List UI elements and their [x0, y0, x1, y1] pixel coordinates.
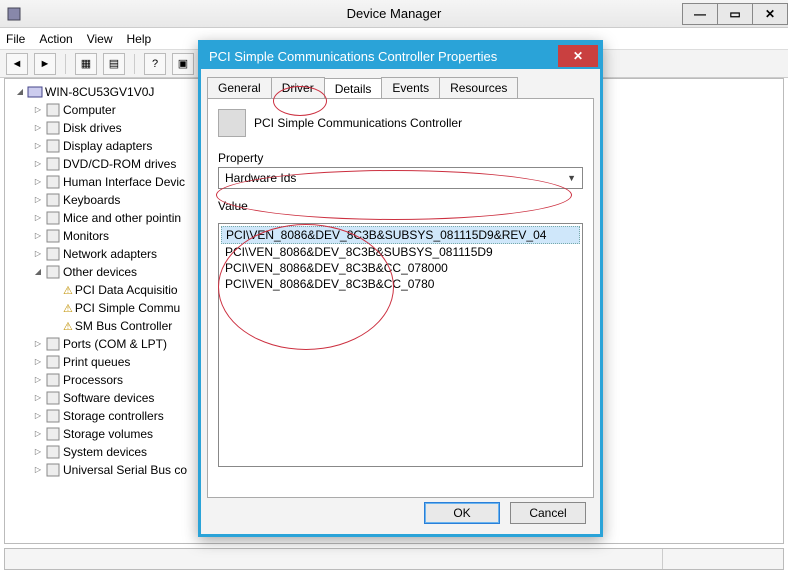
value-listbox[interactable]: PCI\VEN_8086&DEV_8C3B&SUBSYS_081115D9&RE… — [218, 223, 583, 467]
tab-resources[interactable]: Resources — [439, 77, 518, 98]
property-combo[interactable]: Hardware Ids ▼ — [218, 167, 583, 189]
dialog-title: PCI Simple Communications Controller Pro… — [201, 43, 600, 69]
chevron-down-icon: ▼ — [567, 173, 576, 183]
property-combo-value: Hardware Ids — [225, 171, 296, 185]
device-name: PCI Simple Communications Controller — [254, 116, 462, 130]
scan-button[interactable]: ▣ — [172, 53, 194, 75]
close-button[interactable]: ✕ — [752, 3, 788, 25]
cancel-button[interactable]: Cancel — [510, 502, 586, 524]
value-item[interactable]: PCI\VEN_8086&DEV_8C3B&CC_0780 — [221, 276, 580, 292]
value-item[interactable]: PCI\VEN_8086&DEV_8C3B&CC_078000 — [221, 260, 580, 276]
ok-button[interactable]: OK — [424, 502, 500, 524]
tab-driver[interactable]: Driver — [271, 77, 325, 98]
value-label: Value — [218, 199, 583, 213]
device-icon — [218, 109, 246, 137]
tab-body: PCI Simple Communications Controller Pro… — [207, 98, 594, 498]
dialog-tabs: General Driver Details Events Resources — [207, 77, 594, 98]
list-button[interactable]: ▤ — [103, 53, 125, 75]
tab-events[interactable]: Events — [381, 77, 440, 98]
window-title: Device Manager — [347, 6, 442, 21]
menu-file[interactable]: File — [6, 32, 25, 46]
titlebar: Device Manager — ▭ ✕ — [0, 0, 788, 28]
app-icon — [6, 6, 22, 22]
properties-dialog: PCI Simple Communications Controller Pro… — [198, 40, 603, 537]
forward-button[interactable]: ► — [34, 53, 56, 75]
tab-details[interactable]: Details — [324, 78, 383, 99]
value-item[interactable]: PCI\VEN_8086&DEV_8C3B&SUBSYS_081115D9&RE… — [221, 226, 580, 244]
back-button[interactable]: ◄ — [6, 53, 28, 75]
menu-help[interactable]: Help — [127, 32, 152, 46]
minimize-button[interactable]: — — [682, 3, 718, 25]
maximize-button[interactable]: ▭ — [717, 3, 753, 25]
property-label: Property — [218, 151, 583, 165]
dialog-close-button[interactable]: ✕ — [558, 45, 598, 67]
show-hidden-button[interactable]: ▦ — [75, 53, 97, 75]
menu-action[interactable]: Action — [39, 32, 72, 46]
menu-view[interactable]: View — [87, 32, 113, 46]
statusbar — [4, 548, 784, 570]
help-button[interactable]: ? — [144, 53, 166, 75]
value-item[interactable]: PCI\VEN_8086&DEV_8C3B&SUBSYS_081115D9 — [221, 244, 580, 260]
tab-general[interactable]: General — [207, 77, 272, 98]
